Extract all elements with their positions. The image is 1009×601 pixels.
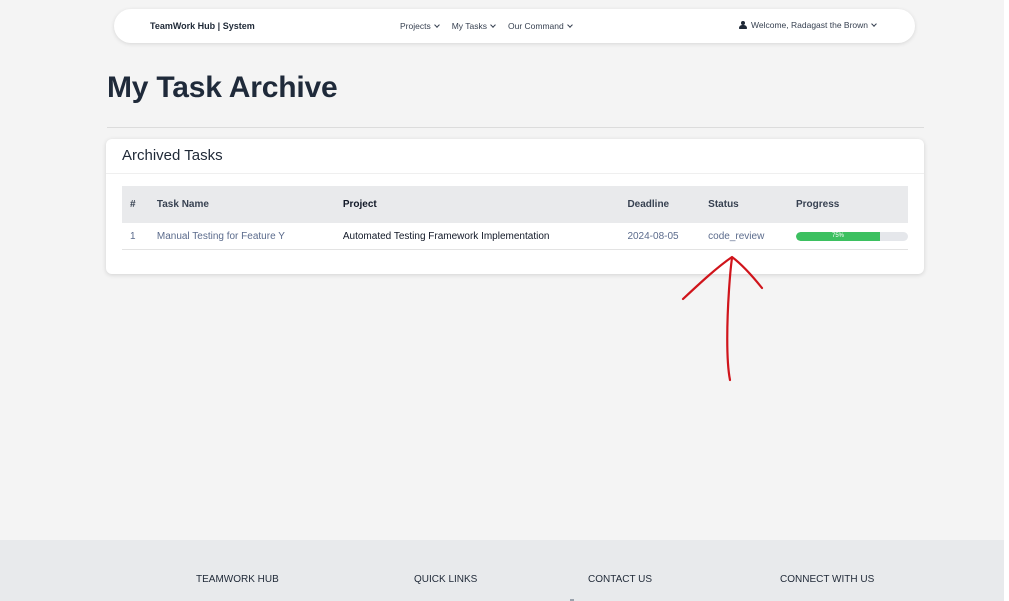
- footer-heading-contact-us: CONTACT US: [588, 574, 653, 585]
- arrow-shaft: [726, 256, 734, 382]
- footer-heading-connect-with-us: CONNECT WITH US: [780, 574, 875, 585]
- arrow-head: [681, 255, 764, 301]
- annotation-arrow: [681, 255, 764, 382]
- footer-heading-teamwork-hub: TEAMWORK HUB: [196, 574, 279, 585]
- footer: TEAMWORK HUB QUICK LINKS CONTACT US CONN…: [0, 540, 1004, 601]
- footer-heading-quick-links: QUICK LINKS: [414, 574, 478, 585]
